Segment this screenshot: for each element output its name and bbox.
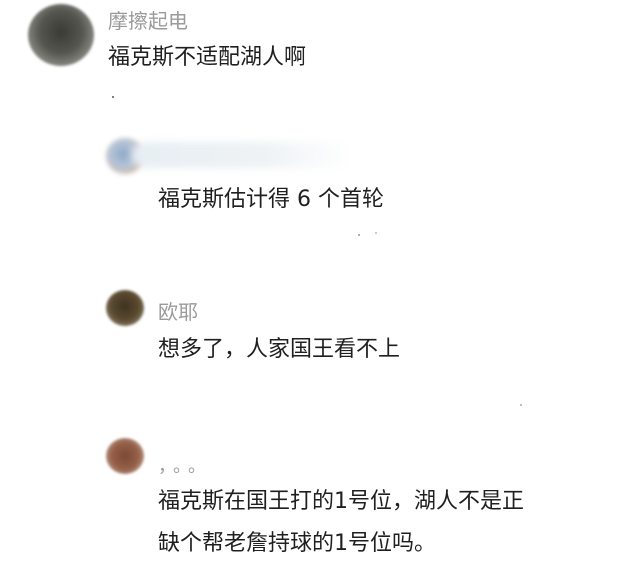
comment-username[interactable]: 摩擦起电 xyxy=(108,5,188,34)
comment-username[interactable] xyxy=(132,142,352,168)
comment-text-line-1: 福克斯在国王打的1号位，湖人不是正 xyxy=(158,489,524,514)
comment-text: 福克斯估计得 6 个首轮 xyxy=(158,187,384,212)
divider-dot xyxy=(112,96,114,98)
avatar[interactable] xyxy=(28,4,94,66)
comment-text-line-2: 缺个帮老詹持球的1号位吗。 xyxy=(158,531,436,556)
comment-username[interactable]: ，。。 xyxy=(158,452,212,478)
divider-dot xyxy=(358,234,360,236)
divider-dot xyxy=(520,404,522,406)
comment-username[interactable]: 欧耶 xyxy=(158,296,198,325)
divider-dot xyxy=(375,232,377,234)
comment-text: 福克斯不适配湖人啊 xyxy=(108,45,307,70)
comment-text: 想多了，人家国王看不上 xyxy=(158,337,401,362)
avatar[interactable] xyxy=(106,438,144,474)
avatar[interactable] xyxy=(106,290,144,326)
